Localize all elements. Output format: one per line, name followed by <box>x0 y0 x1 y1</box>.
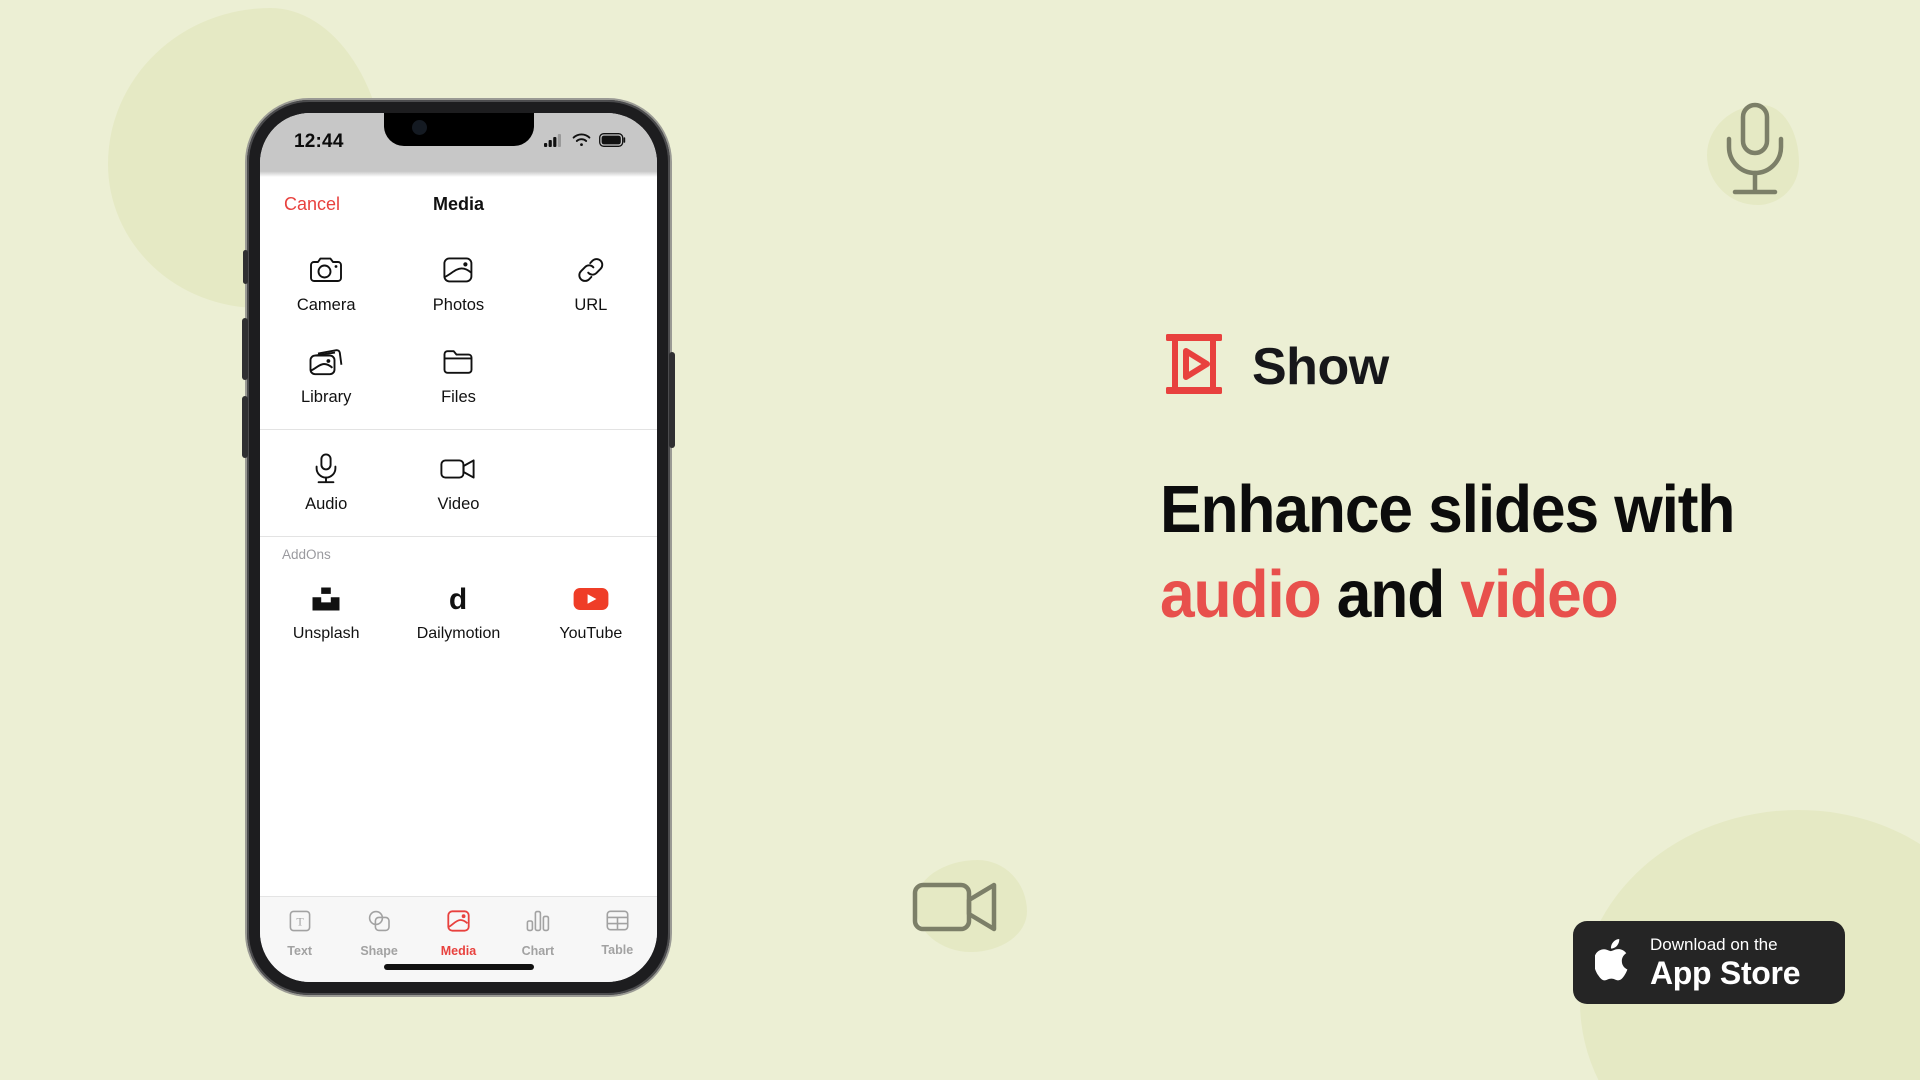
brand-lockup: Show <box>1160 330 1860 403</box>
media-option-files[interactable]: Files <box>392 329 524 415</box>
app-store-download-button[interactable]: Download on the App Store <box>1573 921 1845 1004</box>
media-image-icon <box>447 910 470 937</box>
brand-name: Show <box>1252 337 1389 396</box>
photo-stack-icon <box>309 345 343 379</box>
home-indicator <box>383 964 534 970</box>
tab-text[interactable]: T Text <box>260 910 339 958</box>
wifi-icon <box>572 133 591 152</box>
media-option-camera[interactable]: Camera <box>260 237 392 323</box>
addon-option-label: YouTube <box>559 625 623 642</box>
photo-icon <box>443 253 473 287</box>
tab-label: Chart <box>521 944 555 958</box>
text-box-icon: T <box>289 910 311 937</box>
tab-shape[interactable]: Shape <box>339 910 418 958</box>
status-bar: 12:44 <box>260 113 657 171</box>
youtube-icon <box>573 582 609 616</box>
tab-label: Media <box>440 944 477 958</box>
tab-table[interactable]: Table <box>578 910 657 957</box>
phone-screen: 12:44 Cancel Media Camera Photos URL Lib… <box>260 113 657 982</box>
addon-option-dailymotion[interactable]: d Dailymotion <box>392 566 524 651</box>
headline-line-1: Enhance slides with <box>1160 472 1735 547</box>
addon-option-youtube[interactable]: YouTube <box>525 566 657 651</box>
media-option-label: Video <box>437 495 480 513</box>
addon-option-label: Dailymotion <box>416 625 501 642</box>
volume-down-button[interactable] <box>242 396 248 458</box>
tab-chart[interactable]: Chart <box>498 910 577 958</box>
battery-icon <box>599 132 627 152</box>
media-option-label: Audio <box>305 495 348 513</box>
media-option-library[interactable]: Library <box>260 329 392 415</box>
app-store-large-text: App Store <box>1650 955 1801 991</box>
microphone-icon <box>313 452 339 486</box>
addon-option-unsplash[interactable]: Unsplash <box>260 566 392 651</box>
tab-label: Shape <box>360 944 398 958</box>
addons-section-label: AddOns <box>282 547 331 562</box>
power-button[interactable] <box>669 352 675 448</box>
headline: Enhance slides with audio and video <box>1160 467 1811 637</box>
media-option-photos[interactable]: Photos <box>392 237 524 323</box>
media-option-label: Photos <box>432 296 485 314</box>
tab-label: Text <box>287 944 313 958</box>
front-camera-icon <box>411 120 427 135</box>
media-group-primary: Camera Photos URL Library Files <box>260 231 657 429</box>
media-row: Audio Video <box>260 436 657 522</box>
status-indicators <box>544 132 627 152</box>
media-option-url[interactable]: URL <box>525 237 657 323</box>
media-option-label: Camera <box>296 296 356 314</box>
media-option-video[interactable]: Video <box>392 436 524 522</box>
media-option-label: Library <box>300 388 352 406</box>
link-icon <box>576 253 606 287</box>
media-row: Camera Photos URL Library Files <box>260 237 657 415</box>
media-option-audio[interactable]: Audio <box>260 436 392 522</box>
microphone-outline-icon <box>1716 100 1794 209</box>
app-store-small-text: Download on the <box>1650 935 1778 954</box>
dailymotion-icon: d <box>445 582 471 616</box>
app-store-text: Download on the App Store <box>1650 935 1801 991</box>
headline-accent-audio: audio <box>1160 557 1322 633</box>
svg-text:d: d <box>449 584 467 614</box>
sheet-header: Cancel Media <box>260 177 657 231</box>
tab-label: Table <box>601 943 634 957</box>
addons-row: Unsplash d Dailymotion YouTube <box>260 566 657 651</box>
silent-switch[interactable] <box>243 250 248 284</box>
tab-media[interactable]: Media <box>419 910 498 958</box>
media-group-recording: Audio Video <box>260 430 657 536</box>
media-option-label: Files <box>441 388 476 406</box>
phone-notch <box>383 113 534 146</box>
addon-option-label: Unsplash <box>292 625 360 642</box>
cancel-button[interactable]: Cancel <box>284 194 340 215</box>
phone-mockup: 12:44 Cancel Media Camera Photos URL Lib… <box>242 100 675 995</box>
signal-bars-icon <box>544 133 564 152</box>
show-play-frame-icon <box>1160 330 1228 403</box>
folder-icon <box>443 345 473 379</box>
bar-chart-icon <box>526 910 550 937</box>
headline-accent-video: video <box>1460 557 1618 633</box>
media-option-label: URL <box>574 296 608 314</box>
table-grid-icon <box>606 910 629 936</box>
unsplash-icon <box>311 582 341 616</box>
bottom-toolbar: T Text Shape Media Chart Table <box>260 896 657 982</box>
video-camera-outline-icon <box>912 872 1002 945</box>
camera-icon <box>309 253 343 287</box>
apple-logo-icon <box>1593 936 1635 989</box>
status-time: 12:44 <box>294 131 344 152</box>
svg-text:T: T <box>296 915 304 929</box>
volume-up-button[interactable] <box>242 318 248 380</box>
marketing-panel: Show Enhance slides with audio and video <box>1160 330 1860 637</box>
shapes-icon <box>367 910 391 937</box>
headline-line-2: audio and video <box>1160 552 1811 637</box>
headline-conjunction: and <box>1320 557 1461 633</box>
video-camera-icon <box>440 452 476 486</box>
